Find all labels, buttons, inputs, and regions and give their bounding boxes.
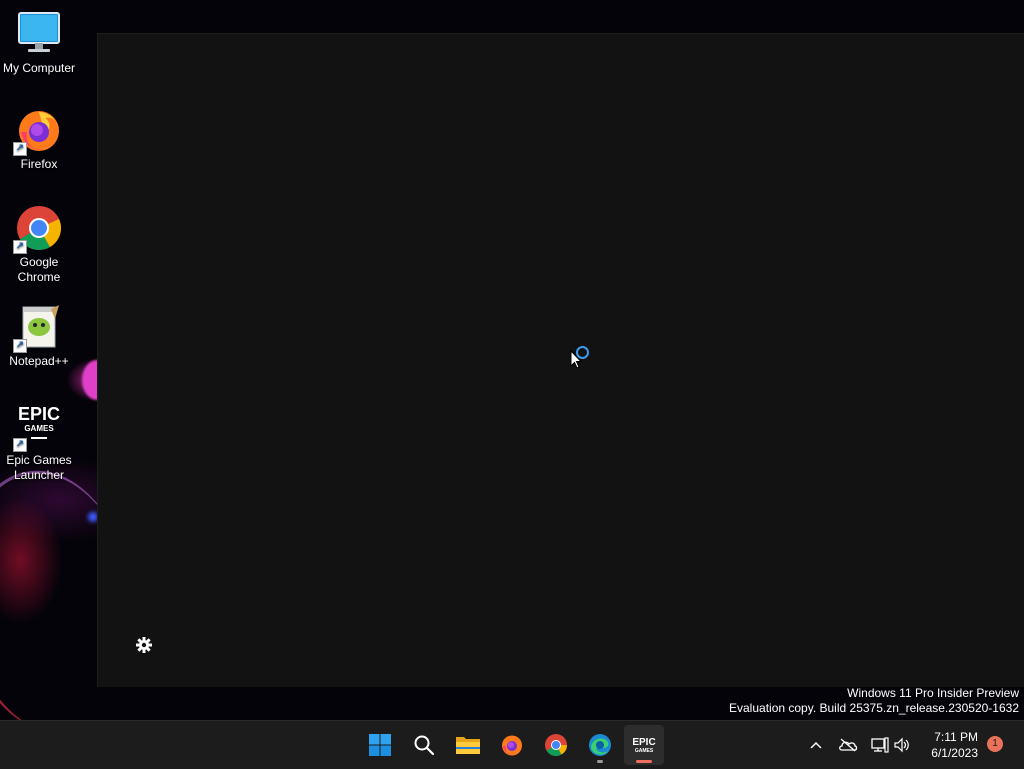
notification-badge[interactable]: 1	[987, 736, 1003, 752]
show-hidden-icons-button[interactable]	[806, 735, 826, 755]
firefox-icon: ↗	[13, 106, 63, 156]
clock-date: 6/1/2023	[931, 746, 978, 760]
desktop-icon-label: Google Chrome	[17, 255, 61, 284]
active-indicator	[636, 760, 652, 763]
shortcut-arrow-icon: ↗	[13, 438, 27, 452]
notepadpp-icon: ↗	[13, 303, 63, 353]
desktop-icon-label: Notepad++	[9, 354, 69, 368]
desktop-icon-label: Firefox	[20, 157, 58, 171]
chrome-icon	[545, 734, 567, 756]
folder-icon	[456, 737, 480, 754]
desktop-icon-label: Epic Games Launcher	[6, 453, 72, 482]
taskbar-epic-games[interactable]: EPIC GAMES	[624, 725, 664, 765]
taskbar-file-explorer[interactable]	[448, 725, 488, 765]
running-indicator	[597, 760, 603, 763]
windows-start-icon	[369, 734, 391, 756]
chrome-icon: ↗	[13, 204, 63, 254]
epic-logo-text: EPIC	[17, 404, 60, 424]
desktop-icon-label: My Computer	[2, 61, 76, 75]
epic-games-icon: EPIC GAMES ↗	[13, 402, 63, 452]
network-icon[interactable]	[870, 735, 890, 755]
search-icon	[414, 735, 435, 756]
edge-icon	[589, 734, 611, 756]
taskbar-firefox[interactable]	[492, 725, 532, 765]
taskbar-chrome[interactable]	[536, 725, 576, 765]
gear-icon[interactable]	[134, 635, 154, 655]
desktop-icon-firefox[interactable]: ↗ Firefox	[0, 106, 78, 172]
monitor-icon	[15, 10, 63, 58]
taskbar-edge[interactable]	[580, 725, 620, 765]
chevron-up-icon	[810, 741, 822, 749]
onedrive-icon[interactable]	[838, 735, 858, 755]
taskbar: EPIC GAMES 7:11 PM 6/1/2023 1	[0, 720, 1024, 769]
volume-icon[interactable]	[892, 735, 912, 755]
shortcut-arrow-icon: ↗	[13, 339, 27, 353]
windows-watermark: Windows 11 Pro Insider Preview Evaluatio…	[729, 686, 1019, 716]
desktop-icon-google-chrome[interactable]: ↗ Google Chrome	[0, 204, 78, 285]
start-button[interactable]	[360, 725, 400, 765]
watermark-edition: Windows 11 Pro Insider Preview	[847, 686, 1019, 700]
watermark-build: Evaluation copy. Build 25375.zn_release.…	[729, 701, 1019, 715]
mouse-pointer-icon	[570, 349, 583, 375]
epic-logo-subtext: GAMES	[24, 424, 54, 433]
clock-time: 7:11 PM	[934, 730, 978, 744]
desktop-icon-my-computer[interactable]: My Computer	[0, 10, 78, 76]
search-button[interactable]	[404, 725, 444, 765]
taskbar-clock[interactable]: 7:11 PM 6/1/2023	[931, 729, 978, 761]
firefox-icon	[502, 735, 522, 756]
desktop-icon-notepadpp[interactable]: ↗ Notepad++	[0, 303, 78, 369]
epic-games-launcher-window[interactable]	[97, 33, 1024, 687]
desktop-icon-epic-games-launcher[interactable]: EPIC GAMES ↗ Epic Games Launcher	[0, 402, 78, 483]
epic-games-icon: EPIC GAMES	[632, 736, 656, 754]
shortcut-arrow-icon: ↗	[13, 240, 27, 254]
shortcut-arrow-icon: ↗	[13, 142, 27, 156]
